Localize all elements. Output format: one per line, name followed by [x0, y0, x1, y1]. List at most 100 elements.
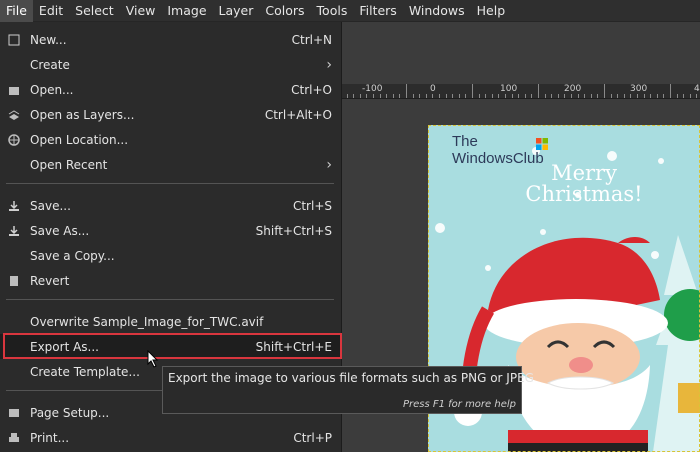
- menu-item-open[interactable]: Open... Ctrl+O: [0, 77, 342, 102]
- ruler-tick: [458, 94, 460, 98]
- menu-item-label: Open as Layers...: [30, 107, 135, 122]
- menu-separator: [6, 299, 334, 300]
- ruler-tick: [432, 94, 434, 98]
- save-icon: [7, 199, 21, 213]
- horizontal-ruler[interactable]: -100 0 100 200 300 400: [340, 84, 700, 99]
- open-layers-icon: [7, 108, 21, 122]
- ruler-tick: [604, 84, 605, 98]
- menu-select[interactable]: Select: [69, 0, 120, 22]
- menu-item-print[interactable]: Print... Ctrl+P: [0, 425, 342, 450]
- ruler-tick: [445, 94, 447, 98]
- ruler-tick: [617, 94, 619, 98]
- menu-colors[interactable]: Colors: [259, 0, 310, 22]
- menu-image[interactable]: Image: [161, 0, 212, 22]
- ruler-tick: [485, 94, 487, 98]
- menu-item-overwrite[interactable]: Overwrite Sample_Image_for_TWC.avif: [0, 309, 342, 334]
- ruler-tick: [663, 94, 665, 98]
- menu-file[interactable]: File: [0, 0, 33, 22]
- ruler-tick: [392, 94, 394, 98]
- menu-item-save-copy[interactable]: Save a Copy...: [0, 243, 342, 268]
- ruler-tick: [571, 94, 572, 98]
- menu-item-label: Create: [30, 57, 70, 72]
- ruler-label: 300: [630, 84, 648, 94]
- shortcut-label: Ctrl+Alt+O: [264, 107, 332, 122]
- ruler-tick: [577, 94, 579, 98]
- menu-item-label: Revert: [30, 273, 70, 288]
- new-image-icon: [7, 33, 21, 47]
- ruler-tick: [498, 94, 500, 98]
- ruler-tick: [643, 94, 645, 98]
- ruler-tick: [399, 94, 401, 98]
- menu-filters[interactable]: Filters: [353, 0, 402, 22]
- menu-item-label: Open Recent: [30, 157, 108, 172]
- menu-view[interactable]: View: [120, 0, 162, 22]
- menu-item-new[interactable]: New... Ctrl+N: [0, 27, 342, 52]
- ruler-tick: [465, 94, 467, 98]
- menu-item-open-location[interactable]: Open Location...: [0, 127, 342, 152]
- globe-icon: [7, 133, 21, 147]
- ruler-tick: [551, 94, 553, 98]
- menu-layer[interactable]: Layer: [213, 0, 260, 22]
- ruler-tick: [538, 84, 539, 98]
- ruler-tick: [425, 94, 427, 98]
- ruler-tick: [478, 94, 480, 98]
- ruler-tick: [683, 94, 685, 98]
- menu-help[interactable]: Help: [471, 0, 512, 22]
- ruler-tick: [353, 94, 355, 98]
- menu-item-label: Open...: [30, 82, 74, 97]
- ruler-tick: [439, 94, 440, 98]
- menu-item-label: Overwrite Sample_Image_for_TWC.avif: [30, 314, 264, 329]
- windows-logo-icon: [536, 138, 548, 150]
- menu-item-save-as[interactable]: Save As... Shift+Ctrl+S: [0, 218, 342, 243]
- ruler-tick: [650, 94, 652, 98]
- tooltip: Export the image to various file formats…: [162, 366, 534, 414]
- ruler-tick: [505, 94, 506, 98]
- ruler-tick: [386, 94, 388, 98]
- ruler-tick: [359, 94, 361, 98]
- shortcut-label: Ctrl+P: [293, 430, 332, 445]
- menu-windows[interactable]: Windows: [403, 0, 471, 22]
- ruler-tick: [518, 94, 520, 98]
- menu-item-revert[interactable]: Revert: [0, 268, 342, 293]
- ruler-tick: [379, 94, 381, 98]
- menu-item-export-as[interactable]: Export As... Shift+Ctrl+E: [0, 334, 342, 359]
- menu-item-label: Open Location...: [30, 132, 129, 147]
- menu-item-label: Save a Copy...: [30, 248, 115, 263]
- menu-item-open-recent[interactable]: Open Recent ›: [0, 152, 342, 177]
- menu-bar: File Edit Select View Image Layer Colors…: [0, 0, 700, 22]
- ruler-tick: [557, 94, 559, 98]
- shortcut-label: Ctrl+S: [292, 198, 332, 213]
- tooltip-help-text: Press F1 for more help: [402, 399, 516, 410]
- ruler-tick: [676, 94, 678, 98]
- menu-item-label: New...: [30, 32, 67, 47]
- menu-item-create[interactable]: Create ›: [0, 52, 342, 77]
- ruler-tick: [452, 94, 454, 98]
- ruler-tick: [656, 94, 658, 98]
- menu-separator: [6, 183, 334, 184]
- menu-item-label: Print...: [30, 430, 70, 445]
- shortcut-label: Ctrl+O: [291, 82, 332, 97]
- menu-item-open-as-layers[interactable]: Open as Layers... Ctrl+Alt+O: [0, 102, 342, 127]
- chevron-right-icon: ›: [326, 56, 332, 73]
- chevron-right-icon: ›: [326, 156, 332, 173]
- ruler-tick: [630, 94, 632, 98]
- ruler-tick: [511, 94, 513, 98]
- ruler-label: 200: [564, 84, 582, 94]
- save-as-icon: [7, 224, 21, 238]
- watermark-logo: The WindowsClub: [452, 133, 544, 167]
- menu-item-save[interactable]: Save... Ctrl+S: [0, 193, 342, 218]
- menu-item-label: Export As...: [30, 339, 99, 354]
- ruler-tick: [597, 94, 599, 98]
- ruler-tick: [346, 94, 348, 98]
- menu-edit[interactable]: Edit: [33, 0, 69, 22]
- ruler-tick: [610, 94, 612, 98]
- revert-icon: [7, 274, 21, 288]
- ruler-tick: [670, 84, 671, 98]
- ruler-tick: [689, 94, 691, 98]
- menu-tools[interactable]: Tools: [311, 0, 354, 22]
